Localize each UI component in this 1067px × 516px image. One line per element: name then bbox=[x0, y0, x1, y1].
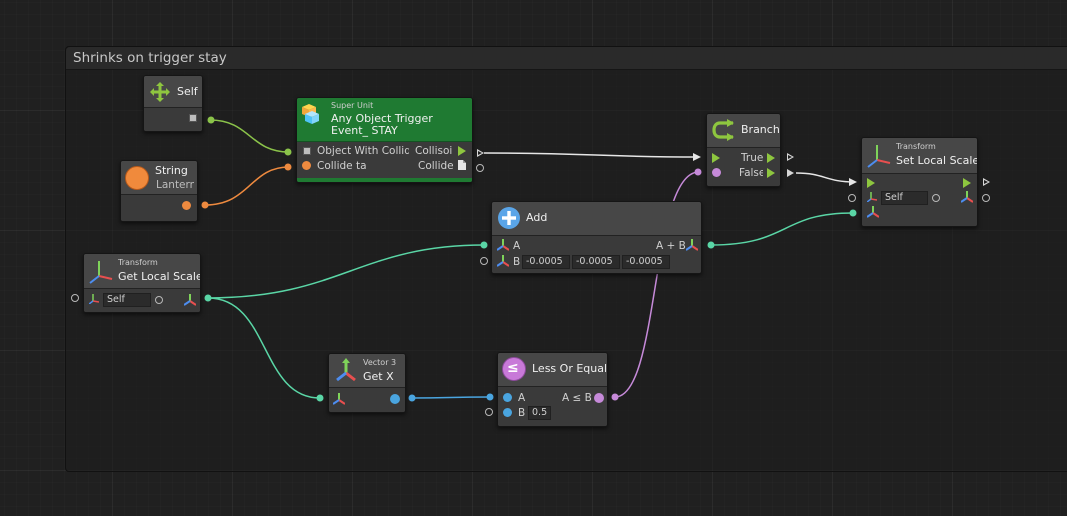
get-x-subtitle: Vector 3 bbox=[363, 358, 397, 367]
add-icon bbox=[498, 207, 520, 229]
flow-input-arrow[interactable] bbox=[867, 178, 875, 188]
add-b-z-field[interactable]: -0.0005 bbox=[622, 255, 670, 269]
add-b-y-field[interactable]: -0.0005 bbox=[572, 255, 620, 269]
add-input-a: A bbox=[513, 240, 521, 252]
vector3-port-icon bbox=[961, 191, 973, 203]
flow-output-arrow[interactable] bbox=[767, 168, 775, 178]
string-value[interactable]: Lantern bbox=[156, 179, 194, 191]
set-scale-target-in-ring[interactable] bbox=[848, 194, 856, 202]
target-input-ring[interactable] bbox=[932, 194, 940, 202]
string-title: String bbox=[155, 164, 188, 177]
add-output: A + B bbox=[656, 240, 686, 252]
vector3-port-icon bbox=[184, 294, 196, 306]
branch-true-out-port[interactable] bbox=[787, 153, 794, 161]
vector3-port-icon bbox=[497, 239, 509, 251]
group-title[interactable]: Shrinks on trigger stay bbox=[66, 47, 1067, 70]
get-local-scale-node[interactable]: Transform Get Local Scale Self bbox=[83, 253, 201, 313]
less-or-equal-b-input-ring[interactable] bbox=[485, 408, 493, 416]
vector3-port-icon bbox=[333, 393, 345, 405]
less-or-equal-input-b: B bbox=[518, 407, 526, 419]
set-scale-value-out-port[interactable] bbox=[982, 194, 990, 202]
set-local-scale-node[interactable]: Transform Set Local Scale Self bbox=[861, 137, 978, 227]
set-scale-target-field[interactable]: Self bbox=[881, 191, 928, 205]
trigger-event-node[interactable]: Super Unit Any Object Trigger Event_ STA… bbox=[296, 97, 473, 183]
transform-port-icon bbox=[867, 192, 877, 202]
trigger-input-collider-tag: Collide ta bbox=[317, 160, 367, 172]
bool-input-port[interactable] bbox=[712, 168, 721, 177]
branch-output-false: False bbox=[739, 167, 763, 179]
bool-output-port[interactable] bbox=[594, 393, 604, 403]
float-input-port[interactable] bbox=[503, 408, 512, 417]
set-scale-title: Set Local Scale bbox=[896, 154, 978, 167]
self-node[interactable]: Self bbox=[143, 75, 203, 132]
trigger-output-collision: Collisoi bbox=[415, 145, 453, 157]
get-scale-target-in-ring[interactable] bbox=[71, 294, 79, 302]
less-or-equal-title: Less Or Equal bbox=[532, 362, 608, 375]
less-or-equal-output: A ≤ B bbox=[562, 392, 592, 404]
transform-icon bbox=[89, 261, 113, 284]
trigger-subtitle: Super Unit bbox=[331, 101, 374, 110]
float-input-port[interactable] bbox=[503, 393, 512, 402]
branch-icon bbox=[712, 119, 734, 141]
get-scale-title: Get Local Scale bbox=[118, 270, 201, 283]
vector3-port-icon bbox=[686, 239, 698, 251]
branch-output-true: True bbox=[741, 152, 763, 164]
less-or-equal-input-a: A bbox=[518, 392, 526, 404]
float-output-port[interactable] bbox=[390, 394, 400, 404]
super-unit-icon bbox=[302, 104, 319, 124]
string-output-port[interactable] bbox=[182, 201, 191, 210]
target-input-ring[interactable] bbox=[155, 296, 163, 304]
flow-output-arrow[interactable] bbox=[963, 178, 971, 188]
object-port-icon bbox=[189, 114, 197, 122]
add-title: Add bbox=[526, 211, 548, 224]
less-or-equal-node[interactable]: ≤ Less Or Equal A A ≤ B B 0.5 bbox=[497, 352, 608, 427]
add-node[interactable]: Add A A + B B -0.0005 -0.0005 -0.0005 bbox=[491, 201, 702, 274]
set-scale-subtitle: Transform bbox=[896, 142, 936, 151]
flow-input-arrow[interactable] bbox=[712, 153, 720, 163]
add-b-input-ring[interactable] bbox=[480, 257, 488, 265]
get-scale-subtitle: Transform bbox=[118, 258, 158, 267]
flow-output-arrow[interactable] bbox=[767, 153, 775, 163]
document-icon bbox=[458, 160, 466, 170]
get-x-node[interactable]: Vector 3 Get X bbox=[328, 353, 406, 413]
trigger-flow-out-port[interactable] bbox=[477, 149, 484, 157]
less-or-equal-icon-glyph: ≤ bbox=[507, 360, 519, 376]
trigger-collider-out-port[interactable] bbox=[476, 164, 484, 172]
get-scale-target-field[interactable]: Self bbox=[103, 293, 151, 307]
branch-false-out-port[interactable] bbox=[787, 169, 794, 177]
vector3-port-icon bbox=[497, 255, 509, 267]
less-or-equal-b-field[interactable]: 0.5 bbox=[528, 406, 551, 420]
self-icon bbox=[150, 82, 170, 102]
self-title: Self bbox=[177, 85, 198, 98]
branch-title: Branch bbox=[741, 123, 780, 136]
string-literal-node[interactable]: String Lantern bbox=[120, 160, 198, 222]
trigger-input-object: Object With Collid bbox=[317, 145, 409, 157]
vector3-icon bbox=[336, 358, 356, 382]
string-icon bbox=[125, 166, 149, 190]
get-x-title: Get X bbox=[363, 370, 394, 383]
object-port-icon bbox=[303, 147, 311, 155]
string-port-icon bbox=[302, 161, 311, 170]
set-scale-flow-out-port[interactable] bbox=[983, 178, 990, 186]
flow-output-arrow[interactable] bbox=[458, 146, 466, 156]
trigger-title-line2: Event_ STAY bbox=[331, 124, 398, 137]
transform-icon bbox=[867, 145, 891, 168]
add-b-x-field[interactable]: -0.0005 bbox=[522, 255, 570, 269]
branch-node[interactable]: Branch True False bbox=[706, 113, 781, 187]
transform-port-icon bbox=[89, 294, 99, 304]
trigger-output-collider: Collide bbox=[418, 160, 454, 172]
add-input-b: B bbox=[513, 256, 521, 268]
vector3-port-icon bbox=[867, 206, 879, 218]
